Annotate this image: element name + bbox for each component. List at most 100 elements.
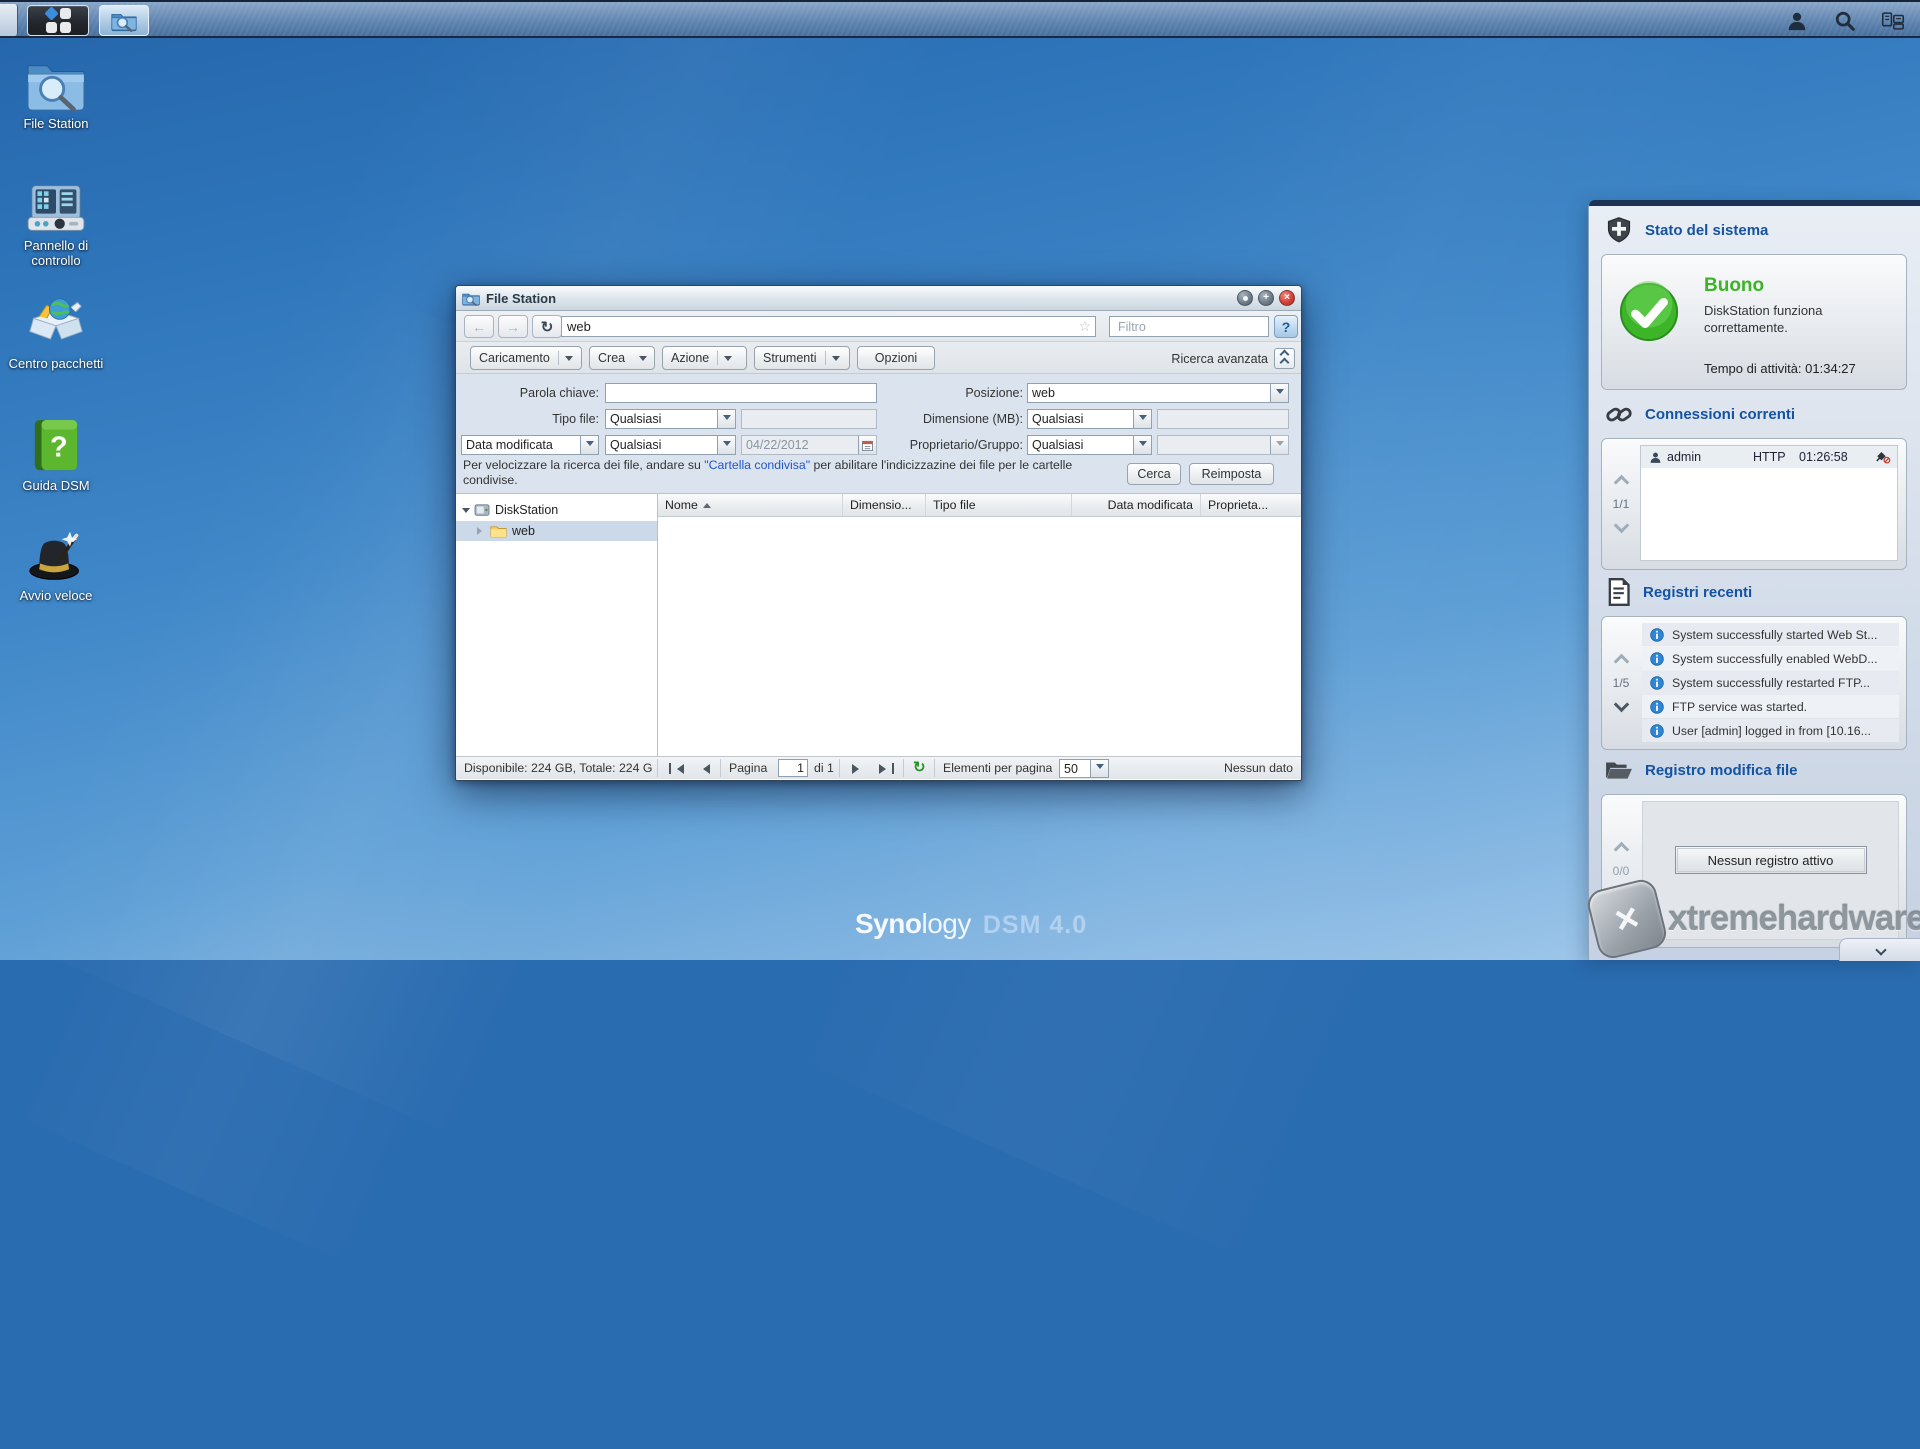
bookmark-star-icon[interactable]: ☆ bbox=[1074, 318, 1095, 335]
shared-folder-link[interactable]: "Cartella condivisa" bbox=[704, 458, 810, 472]
logs-list: System successfully started Web St... Sy… bbox=[1642, 623, 1899, 742]
help-button[interactable]: ? bbox=[1274, 315, 1298, 338]
action-menu-button[interactable]: Azione bbox=[662, 346, 747, 370]
list-header: Nome Dimensio... Tipo file Data modifica… bbox=[658, 494, 1301, 517]
tree-node-diskstation[interactable]: DiskStation bbox=[456, 500, 657, 520]
minimize-button[interactable] bbox=[1237, 290, 1253, 306]
pilot-view-icon bbox=[1882, 11, 1904, 31]
reset-button[interactable]: Reimposta bbox=[1189, 463, 1274, 485]
column-size[interactable]: Dimensio... bbox=[843, 494, 926, 516]
forward-button[interactable]: → bbox=[498, 315, 528, 338]
address-bar[interactable]: ☆ bbox=[561, 316, 1096, 337]
address-input[interactable] bbox=[562, 319, 1074, 334]
column-name[interactable]: Nome bbox=[658, 494, 843, 516]
nas-icon bbox=[474, 503, 490, 517]
last-page-button[interactable] bbox=[874, 759, 898, 778]
upload-menu-button[interactable]: Caricamento bbox=[470, 346, 582, 370]
connection-protocol: HTTP bbox=[1753, 450, 1786, 464]
per-page-select[interactable]: 50 bbox=[1059, 759, 1109, 778]
date-operator-select[interactable]: Qualsiasi bbox=[605, 435, 736, 455]
date-field-select[interactable]: Data modificata bbox=[461, 435, 599, 455]
advanced-search-collapse-button[interactable] bbox=[1274, 348, 1295, 369]
pager-down-icon[interactable] bbox=[1613, 518, 1629, 534]
advanced-search-panel: Parola chiave: Posizione: web Tipo file:… bbox=[456, 374, 1301, 494]
column-modified[interactable]: Data modificata bbox=[1072, 494, 1201, 516]
desktop-icon-label: Centro pacchetti bbox=[8, 356, 104, 371]
tree-expand-icon[interactable] bbox=[477, 527, 486, 535]
column-owner[interactable]: Proprieta... bbox=[1201, 494, 1301, 516]
log-item[interactable]: System successfully enabled WebD... bbox=[1642, 647, 1899, 670]
size-select[interactable]: Qualsiasi bbox=[1027, 409, 1152, 429]
chevron-down-icon bbox=[1270, 384, 1288, 402]
info-icon bbox=[1650, 700, 1664, 714]
page-label: Pagina bbox=[729, 761, 767, 775]
search-button[interactable]: Cerca bbox=[1127, 463, 1181, 485]
desktop-icon-dsm-help[interactable]: ? Guida DSM bbox=[8, 418, 104, 493]
chevron-down-icon bbox=[565, 356, 573, 365]
size-extra-input bbox=[1157, 409, 1289, 429]
pilot-view-button[interactable] bbox=[1876, 6, 1910, 36]
next-page-button[interactable] bbox=[846, 759, 870, 778]
desktop-icon-label: Pannello di controllo bbox=[8, 238, 104, 268]
pager-up-icon[interactable] bbox=[1613, 842, 1629, 858]
user-button[interactable] bbox=[1780, 6, 1814, 36]
info-icon bbox=[1650, 724, 1664, 738]
search-icon bbox=[1834, 10, 1856, 32]
filter-input[interactable] bbox=[1114, 320, 1283, 334]
column-filetype[interactable]: Tipo file bbox=[926, 494, 1072, 516]
info-icon bbox=[1650, 628, 1664, 642]
search-button[interactable] bbox=[1828, 6, 1862, 36]
log-item[interactable]: User [admin] logged in from [10.16... bbox=[1642, 719, 1899, 742]
show-desktop-tab[interactable] bbox=[0, 4, 18, 36]
connection-row[interactable]: admin HTTP 01:26:58 bbox=[1641, 446, 1897, 468]
sort-asc-icon bbox=[703, 499, 711, 508]
maximize-button[interactable]: + bbox=[1258, 290, 1274, 306]
back-button[interactable]: ← bbox=[464, 315, 494, 338]
log-item[interactable]: FTP service was started. bbox=[1642, 695, 1899, 718]
window-title-icon bbox=[462, 291, 480, 306]
create-menu-button[interactable]: Crea bbox=[589, 346, 655, 370]
tree-expand-icon[interactable] bbox=[462, 508, 470, 517]
desktop-icon-control-panel[interactable]: Pannello di controllo bbox=[8, 182, 104, 268]
chevron-down-icon bbox=[1133, 436, 1151, 454]
taskbar-file-station-button[interactable] bbox=[99, 5, 149, 36]
pager-up-icon[interactable] bbox=[1613, 475, 1629, 491]
info-icon bbox=[1650, 676, 1664, 690]
close-button[interactable]: × bbox=[1279, 290, 1295, 306]
link-icon bbox=[1605, 400, 1633, 428]
folder-tree-pane: DiskStation web bbox=[456, 494, 658, 756]
refresh-button[interactable]: ↻ bbox=[532, 315, 562, 338]
pager-count: 0/0 bbox=[1613, 864, 1630, 878]
pager-down-icon[interactable] bbox=[1613, 697, 1629, 713]
advanced-search-label: Ricerca avanzata bbox=[1171, 352, 1268, 366]
disconnect-icon[interactable] bbox=[1875, 450, 1891, 464]
pager-up-icon[interactable] bbox=[1613, 654, 1629, 670]
owner-label: Proprietario/Gruppo: bbox=[876, 438, 1023, 452]
page-input[interactable] bbox=[778, 759, 808, 777]
desktop-icon-package-center[interactable]: Centro pacchetti bbox=[8, 296, 104, 371]
log-item[interactable]: System successfully started Web St... bbox=[1642, 623, 1899, 646]
desktop-icon-file-station[interactable]: File Station bbox=[8, 58, 104, 131]
page-of-label: di 1 bbox=[814, 761, 834, 775]
main-menu-button[interactable] bbox=[27, 5, 89, 36]
date-picker: 04/22/2012 bbox=[741, 435, 877, 455]
tools-menu-button[interactable]: Strumenti bbox=[754, 346, 850, 370]
owner-select[interactable]: Qualsiasi bbox=[1027, 435, 1152, 455]
previous-page-button[interactable] bbox=[692, 759, 716, 778]
first-page-button[interactable] bbox=[664, 759, 688, 778]
file-change-log-header: Registro modifica file bbox=[1605, 758, 1798, 782]
options-button[interactable]: Opzioni bbox=[857, 346, 935, 370]
keyword-input[interactable] bbox=[605, 383, 877, 403]
filetype-select[interactable]: Qualsiasi bbox=[605, 409, 736, 429]
calendar-icon bbox=[858, 436, 876, 454]
log-item[interactable]: System successfully restarted FTP... bbox=[1642, 671, 1899, 694]
window-titlebar[interactable]: File Station + × bbox=[456, 286, 1301, 311]
desktop-icon-label: Guida DSM bbox=[8, 478, 104, 493]
filter-box[interactable] bbox=[1109, 316, 1269, 337]
tree-node-web[interactable]: web bbox=[456, 521, 657, 541]
position-select[interactable]: web bbox=[1027, 383, 1289, 403]
desktop-icon-quick-start[interactable]: Avvio veloce bbox=[8, 528, 104, 603]
file-station-icon bbox=[111, 10, 137, 32]
list-refresh-button[interactable]: ↻ bbox=[913, 758, 926, 776]
logs-pager: 1/5 bbox=[1602, 617, 1640, 749]
